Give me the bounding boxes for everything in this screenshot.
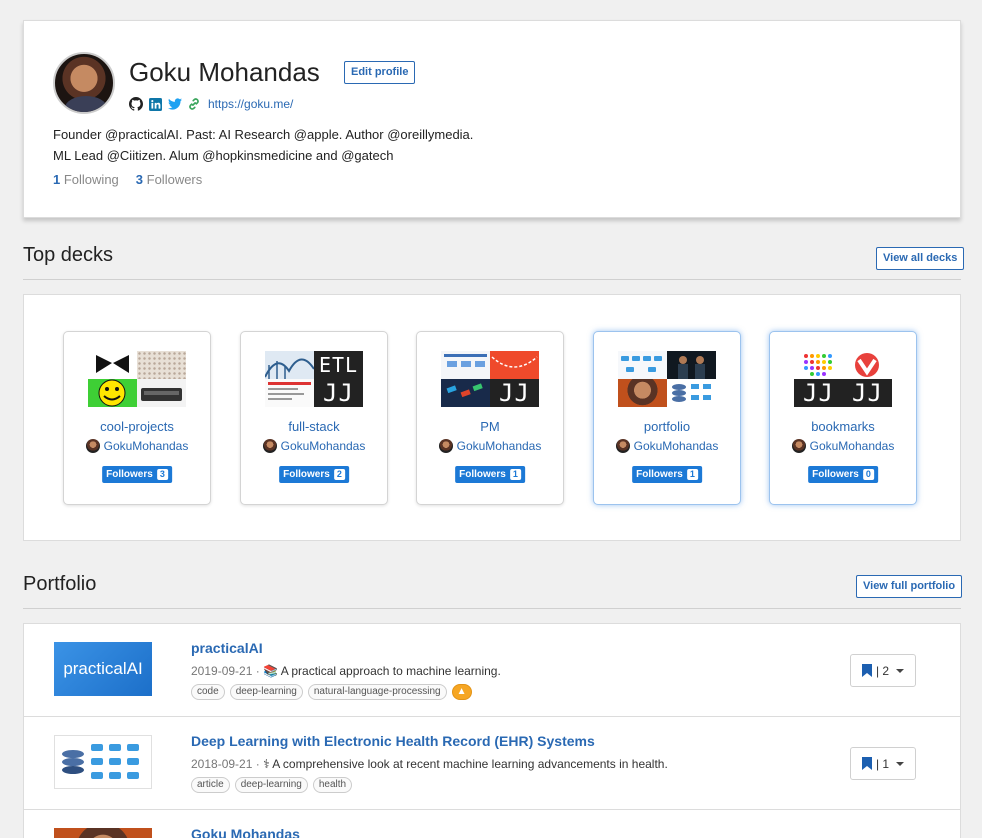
deck-thumbnail: JJ — [441, 351, 539, 407]
tag-list: article deep-learning health — [191, 777, 353, 793]
avatar — [615, 439, 630, 453]
portfolio-thumbnail[interactable]: practicalAI — [54, 642, 152, 696]
portfolio-item-title[interactable]: Goku Mohandas — [191, 826, 300, 838]
twitter-icon[interactable] — [168, 98, 182, 110]
top-decks-title: Top decks — [23, 244, 114, 266]
bookmark-icon — [861, 757, 872, 770]
link-icon[interactable] — [188, 98, 200, 110]
deck-owner[interactable]: GokuMohandas — [594, 439, 740, 453]
bio-line-1: Founder @practicalAI. Past: AI Research … — [53, 127, 474, 142]
edit-profile-button[interactable]: Edit profile — [344, 61, 416, 84]
profile-name: Goku Mohandas — [129, 57, 320, 87]
medical-icon: ⚕ — [263, 757, 270, 771]
portfolio-item: Goku Mohandas — [23, 809, 961, 838]
decks-card: cool-projects GokuMohandas Followers 3 ET… — [23, 294, 961, 541]
bookmark-icon — [861, 664, 872, 677]
portfolio-item-meta: 2019-09-21 · 📚 A practical approach to m… — [191, 664, 501, 678]
deck-title[interactable]: PM — [417, 419, 563, 434]
followers-badge[interactable]: Followers 2 — [279, 466, 349, 483]
portfolio-item: practicalAI practicalAI 2019-09-21 · 📚 A… — [23, 623, 961, 717]
books-icon: 📚 — [263, 664, 279, 678]
deck-title[interactable]: portfolio — [594, 419, 740, 434]
portfolio-item-title[interactable]: Deep Learning with Electronic Health Rec… — [191, 733, 595, 749]
deck-thumbnail: JJ JJ — [794, 351, 892, 407]
linkedin-icon[interactable] — [149, 97, 162, 111]
profile-bio: Founder @practicalAI. Past: AI Research … — [53, 124, 473, 166]
deck-thumbnail: ETL JJ — [265, 351, 363, 407]
portfolio-item-meta: 2018-09-21 · ⚕ A comprehensive look at r… — [191, 757, 668, 771]
website-link[interactable]: https://goku.me/ — [208, 97, 293, 111]
deck-card-portfolio[interactable]: portfolio GokuMohandas Followers 1 — [593, 331, 741, 505]
avatar — [85, 439, 100, 453]
view-full-portfolio-button[interactable]: View full portfolio — [856, 575, 963, 598]
followers-badge[interactable]: Followers 0 — [808, 466, 878, 483]
bio-line-2: ML Lead @Ciitizen. Alum @hopkinsmedicine… — [53, 148, 394, 163]
deck-owner[interactable]: GokuMohandas — [64, 439, 210, 453]
tag[interactable]: deep-learning — [229, 684, 303, 700]
tag[interactable]: code — [191, 684, 225, 700]
deck-title[interactable]: cool-projects — [64, 419, 210, 434]
view-all-decks-button[interactable]: View all decks — [876, 247, 965, 270]
followers-badge[interactable]: Followers 1 — [632, 466, 702, 483]
github-icon[interactable] — [129, 97, 143, 111]
tag-list: code deep-learning natural-language-proc… — [191, 684, 472, 700]
deck-title[interactable]: full-stack — [241, 419, 387, 434]
deck-title[interactable]: bookmarks — [770, 419, 916, 434]
tag[interactable]: health — [312, 777, 353, 793]
followers-link[interactable]: 3 Followers — [136, 172, 202, 187]
tag[interactable]: natural-language-processing — [307, 684, 447, 700]
portfolio-thumbnail[interactable] — [54, 828, 152, 838]
followers-badge[interactable]: Followers 3 — [102, 466, 172, 483]
chevron-down-icon — [896, 668, 905, 673]
chevron-down-icon — [896, 761, 905, 766]
deck-card-cool-projects[interactable]: cool-projects GokuMohandas Followers 3 — [63, 331, 211, 505]
deck-owner[interactable]: GokuMohandas — [417, 439, 563, 453]
divider — [23, 608, 961, 609]
avatar — [438, 439, 453, 453]
portfolio-title: Portfolio — [23, 573, 97, 595]
profile-avatar — [53, 52, 115, 114]
followers-badge[interactable]: Followers 1 — [455, 466, 525, 483]
arrow-up-icon[interactable]: ▲ — [451, 684, 472, 700]
avatar — [791, 439, 806, 453]
bookmark-dropdown-button[interactable]: | 1 — [850, 747, 916, 780]
portfolio-thumbnail[interactable] — [54, 735, 152, 789]
following-link[interactable]: 1 Following — [53, 172, 119, 187]
deck-thumbnail — [618, 351, 716, 407]
profile-card: Goku Mohandas Edit profile https://goku.… — [23, 20, 961, 218]
social-links: https://goku.me/ — [129, 97, 293, 111]
tag[interactable]: article — [191, 777, 230, 793]
deck-card-bookmarks[interactable]: JJ JJ bookmarks GokuMohandas Followers 0 — [769, 331, 917, 505]
portfolio-item: Deep Learning with Electronic Health Rec… — [23, 716, 961, 810]
tag[interactable]: deep-learning — [234, 777, 308, 793]
bookmark-dropdown-button[interactable]: | 2 — [850, 654, 916, 687]
divider — [23, 279, 961, 280]
deck-card-full-stack[interactable]: ETL JJ full-stack GokuMohandas Followers… — [240, 331, 388, 505]
portfolio-item-title[interactable]: practicalAI — [191, 640, 263, 656]
deck-card-pm[interactable]: JJ PM GokuMohandas Followers 1 — [416, 331, 564, 505]
deck-owner[interactable]: GokuMohandas — [241, 439, 387, 453]
deck-thumbnail — [88, 351, 186, 407]
avatar — [262, 439, 277, 453]
follow-stats: 1 Following 3 Followers — [53, 172, 202, 187]
deck-owner[interactable]: GokuMohandas — [770, 439, 916, 453]
